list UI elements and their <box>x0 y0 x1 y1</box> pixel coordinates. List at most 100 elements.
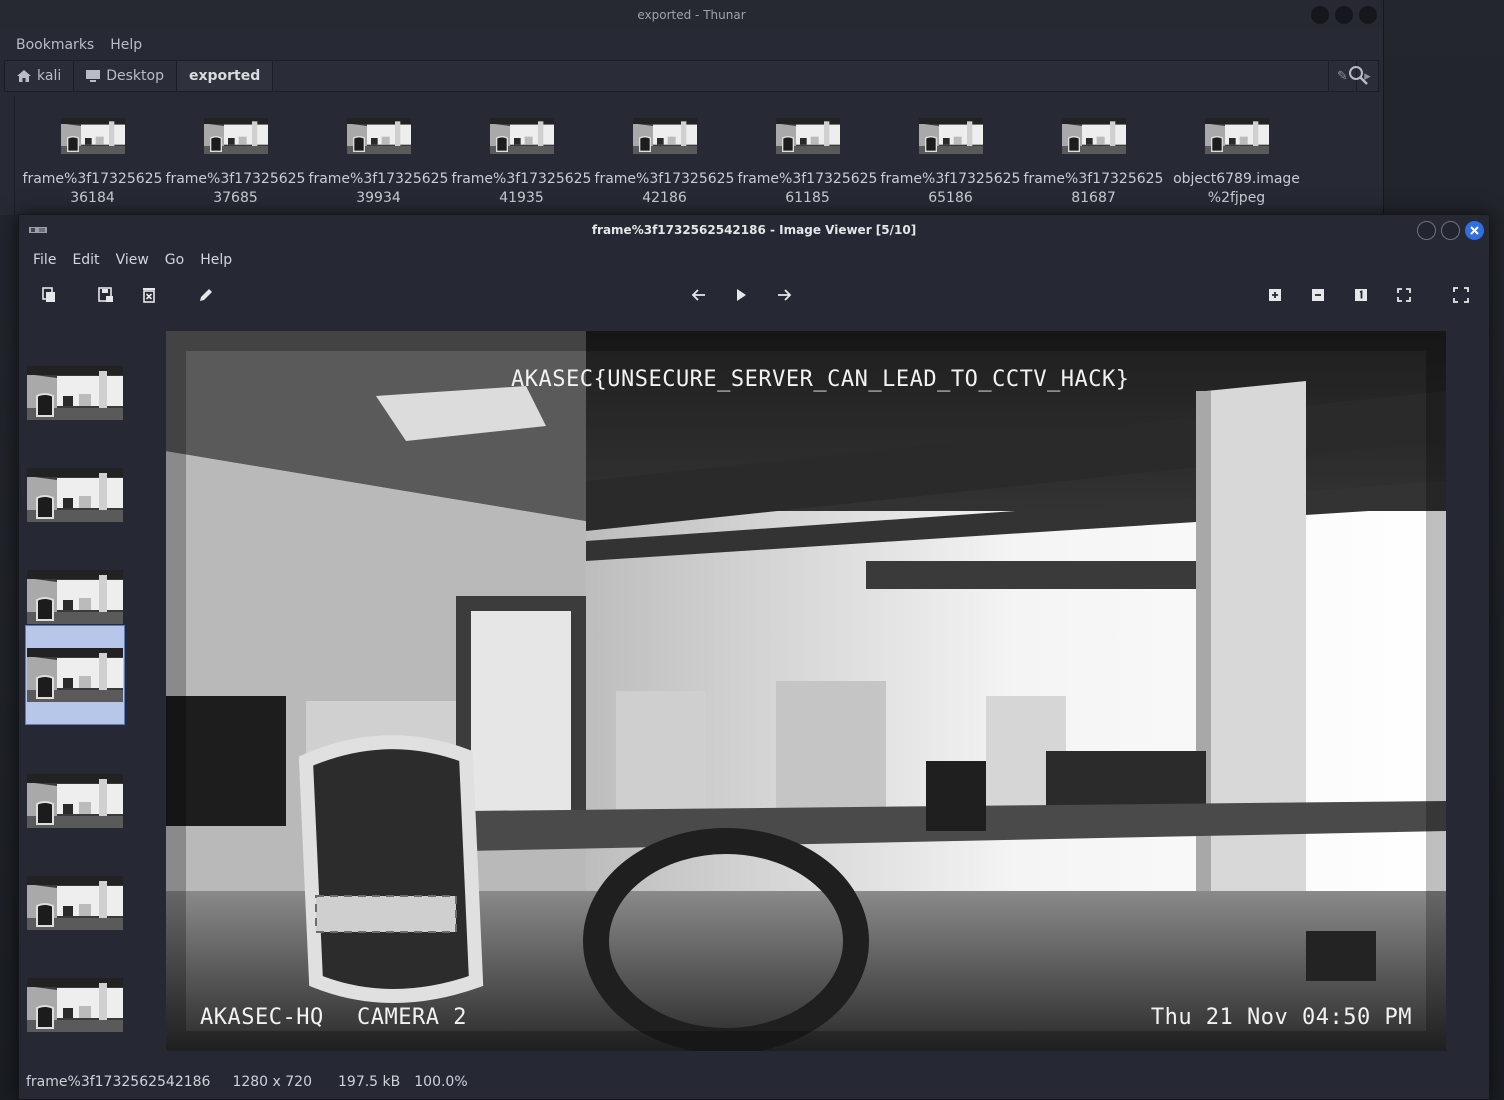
next-button[interactable] <box>772 283 796 307</box>
menu-go[interactable]: Go <box>165 252 184 268</box>
file-item[interactable]: frame%3f17325625 81687 <box>1022 96 1165 215</box>
close-button[interactable] <box>1465 221 1484 240</box>
status-size: 197.5 kB <box>338 1074 401 1090</box>
zoom-out-icon <box>1312 289 1324 301</box>
file-thumbnail <box>632 118 697 154</box>
delete-button[interactable] <box>137 283 161 307</box>
maximize-button[interactable] <box>1441 221 1460 240</box>
cctv-image <box>166 331 1446 1051</box>
app-icon <box>29 227 47 233</box>
file-name-line1: frame%3f17325625 <box>165 171 306 187</box>
menu-help[interactable]: Help <box>200 252 232 268</box>
viewer-titlebar[interactable]: frame%3f1732562542186 - Image Viewer [5/… <box>19 215 1489 245</box>
file-name: frame%3f17325625 61185 <box>738 170 878 208</box>
file-name: frame%3f17325625 41935 <box>452 170 592 208</box>
thunar-titlebar[interactable]: exported - Thunar <box>0 0 1383 30</box>
home-icon <box>17 70 31 82</box>
previous-arrow-icon <box>691 289 705 301</box>
search-icon[interactable] <box>1347 64 1369 86</box>
file-name: frame%3f17325625 65186 <box>881 170 1021 208</box>
delete-icon <box>143 288 155 303</box>
file-item[interactable]: frame%3f17325625 37685 <box>164 96 307 215</box>
play-icon <box>737 289 746 301</box>
timestamp-overlay-text: Thu 21 Nov 04:50 PM <box>1150 1005 1412 1030</box>
save-icon <box>98 287 113 302</box>
thunar-window-buttons <box>1311 6 1377 24</box>
zoom-fit-icon <box>1397 288 1411 302</box>
minimize-button[interactable] <box>1417 221 1436 240</box>
file-item[interactable]: frame%3f17325625 61185 <box>736 96 879 215</box>
breadcrumb-exported[interactable]: exported <box>176 61 274 91</box>
open-icon <box>42 287 55 302</box>
file-thumbnail <box>775 118 840 154</box>
zoom-in-icon <box>1269 289 1281 301</box>
open-button[interactable] <box>37 283 61 307</box>
file-item[interactable]: frame%3f17325625 65186 <box>879 96 1022 215</box>
breadcrumb-label: kali <box>37 68 62 84</box>
file-name-line2: 36184 <box>70 190 115 206</box>
menu-help[interactable]: Help <box>110 37 142 53</box>
close-button[interactable] <box>1359 6 1377 24</box>
menu-view[interactable]: View <box>116 252 149 268</box>
zoom-in-button[interactable] <box>1263 283 1287 307</box>
file-name: frame%3f17325625 81687 <box>1024 170 1164 208</box>
location-overlay-text: AKASEC-HQ <box>200 1005 324 1030</box>
thunar-window: exported - Thunar Bookmarks Help kali De… <box>0 0 1384 215</box>
close-icon <box>1470 226 1479 235</box>
path-bar: kali Desktop exported ✎ ▸ <box>4 60 1379 92</box>
thumbnail[interactable] <box>25 751 125 851</box>
minimize-button[interactable] <box>1311 6 1329 24</box>
file-name-line2: 42186 <box>642 190 687 206</box>
fullscreen-button[interactable] <box>1449 283 1473 307</box>
status-dimensions: 1280 x 720 <box>232 1074 312 1090</box>
image-viewer-window: frame%3f1732562542186 - Image Viewer [5/… <box>18 214 1490 1100</box>
edit-button[interactable] <box>194 283 218 307</box>
camera-overlay-text: CAMERA 2 <box>357 1005 467 1030</box>
file-name-line1: frame%3f17325625 <box>451 171 592 187</box>
thumbnail[interactable] <box>25 445 125 545</box>
menu-file[interactable]: File <box>33 252 56 268</box>
next-arrow-icon <box>778 289 792 301</box>
file-name-line1: object6789.image <box>1173 171 1300 187</box>
file-name-line1: frame%3f17325625 <box>308 171 449 187</box>
file-name: frame%3f17325625 39934 <box>309 170 449 208</box>
zoom-out-button[interactable] <box>1306 283 1330 307</box>
thumbnail-selected[interactable] <box>25 625 125 725</box>
file-item[interactable]: frame%3f17325625 42186 <box>593 96 736 215</box>
file-name-line1: frame%3f17325625 <box>880 171 1021 187</box>
zoom-fit-button[interactable] <box>1392 283 1416 307</box>
file-item[interactable]: object6789.image %2fjpeg <box>1165 96 1308 215</box>
zoom-100-button[interactable] <box>1349 283 1373 307</box>
thumbnail[interactable] <box>25 853 125 953</box>
thunar-title: exported - Thunar <box>637 8 746 22</box>
breadcrumb-label: exported <box>188 68 261 84</box>
menu-edit[interactable]: Edit <box>72 252 99 268</box>
status-filename: frame%3f1732562542186 <box>26 1074 211 1090</box>
file-thumbnail <box>203 118 268 154</box>
file-name-line2: 65186 <box>928 190 973 206</box>
thumbnail[interactable] <box>25 955 125 1055</box>
image-canvas[interactable]: AKASEC{UNSECURE_SERVER_CAN_LEAD_TO_CCTV_… <box>166 331 1446 1051</box>
file-name-line2: 39934 <box>356 190 401 206</box>
file-item[interactable]: frame%3f17325625 36184 <box>21 96 164 215</box>
status-bar: frame%3f1732562542186 1280 x 720 197.5 k… <box>19 1065 1489 1099</box>
file-item[interactable]: frame%3f17325625 39934 <box>307 96 450 215</box>
file-thumbnail <box>1204 118 1269 154</box>
previous-button[interactable] <box>687 283 711 307</box>
breadcrumb-kali[interactable]: kali <box>5 61 75 91</box>
breadcrumb-label: Desktop <box>106 68 164 84</box>
file-name: object6789.image %2fjpeg <box>1173 170 1300 208</box>
menu-bookmarks[interactable]: Bookmarks <box>16 37 94 53</box>
thumbnail[interactable] <box>25 343 125 443</box>
breadcrumb-desktop[interactable]: Desktop <box>74 61 177 91</box>
file-thumbnail <box>60 118 125 154</box>
file-name-line2: 37685 <box>213 190 258 206</box>
file-item[interactable]: frame%3f17325625 41935 <box>450 96 593 215</box>
viewer-menubar: File Edit View Go Help <box>19 245 1489 275</box>
play-button[interactable] <box>729 283 753 307</box>
file-name-line1: frame%3f17325625 <box>1023 171 1164 187</box>
save-button[interactable] <box>94 283 118 307</box>
fullscreen-icon <box>1453 287 1469 303</box>
viewer-toolbar <box>19 275 1489 315</box>
maximize-button[interactable] <box>1335 6 1353 24</box>
